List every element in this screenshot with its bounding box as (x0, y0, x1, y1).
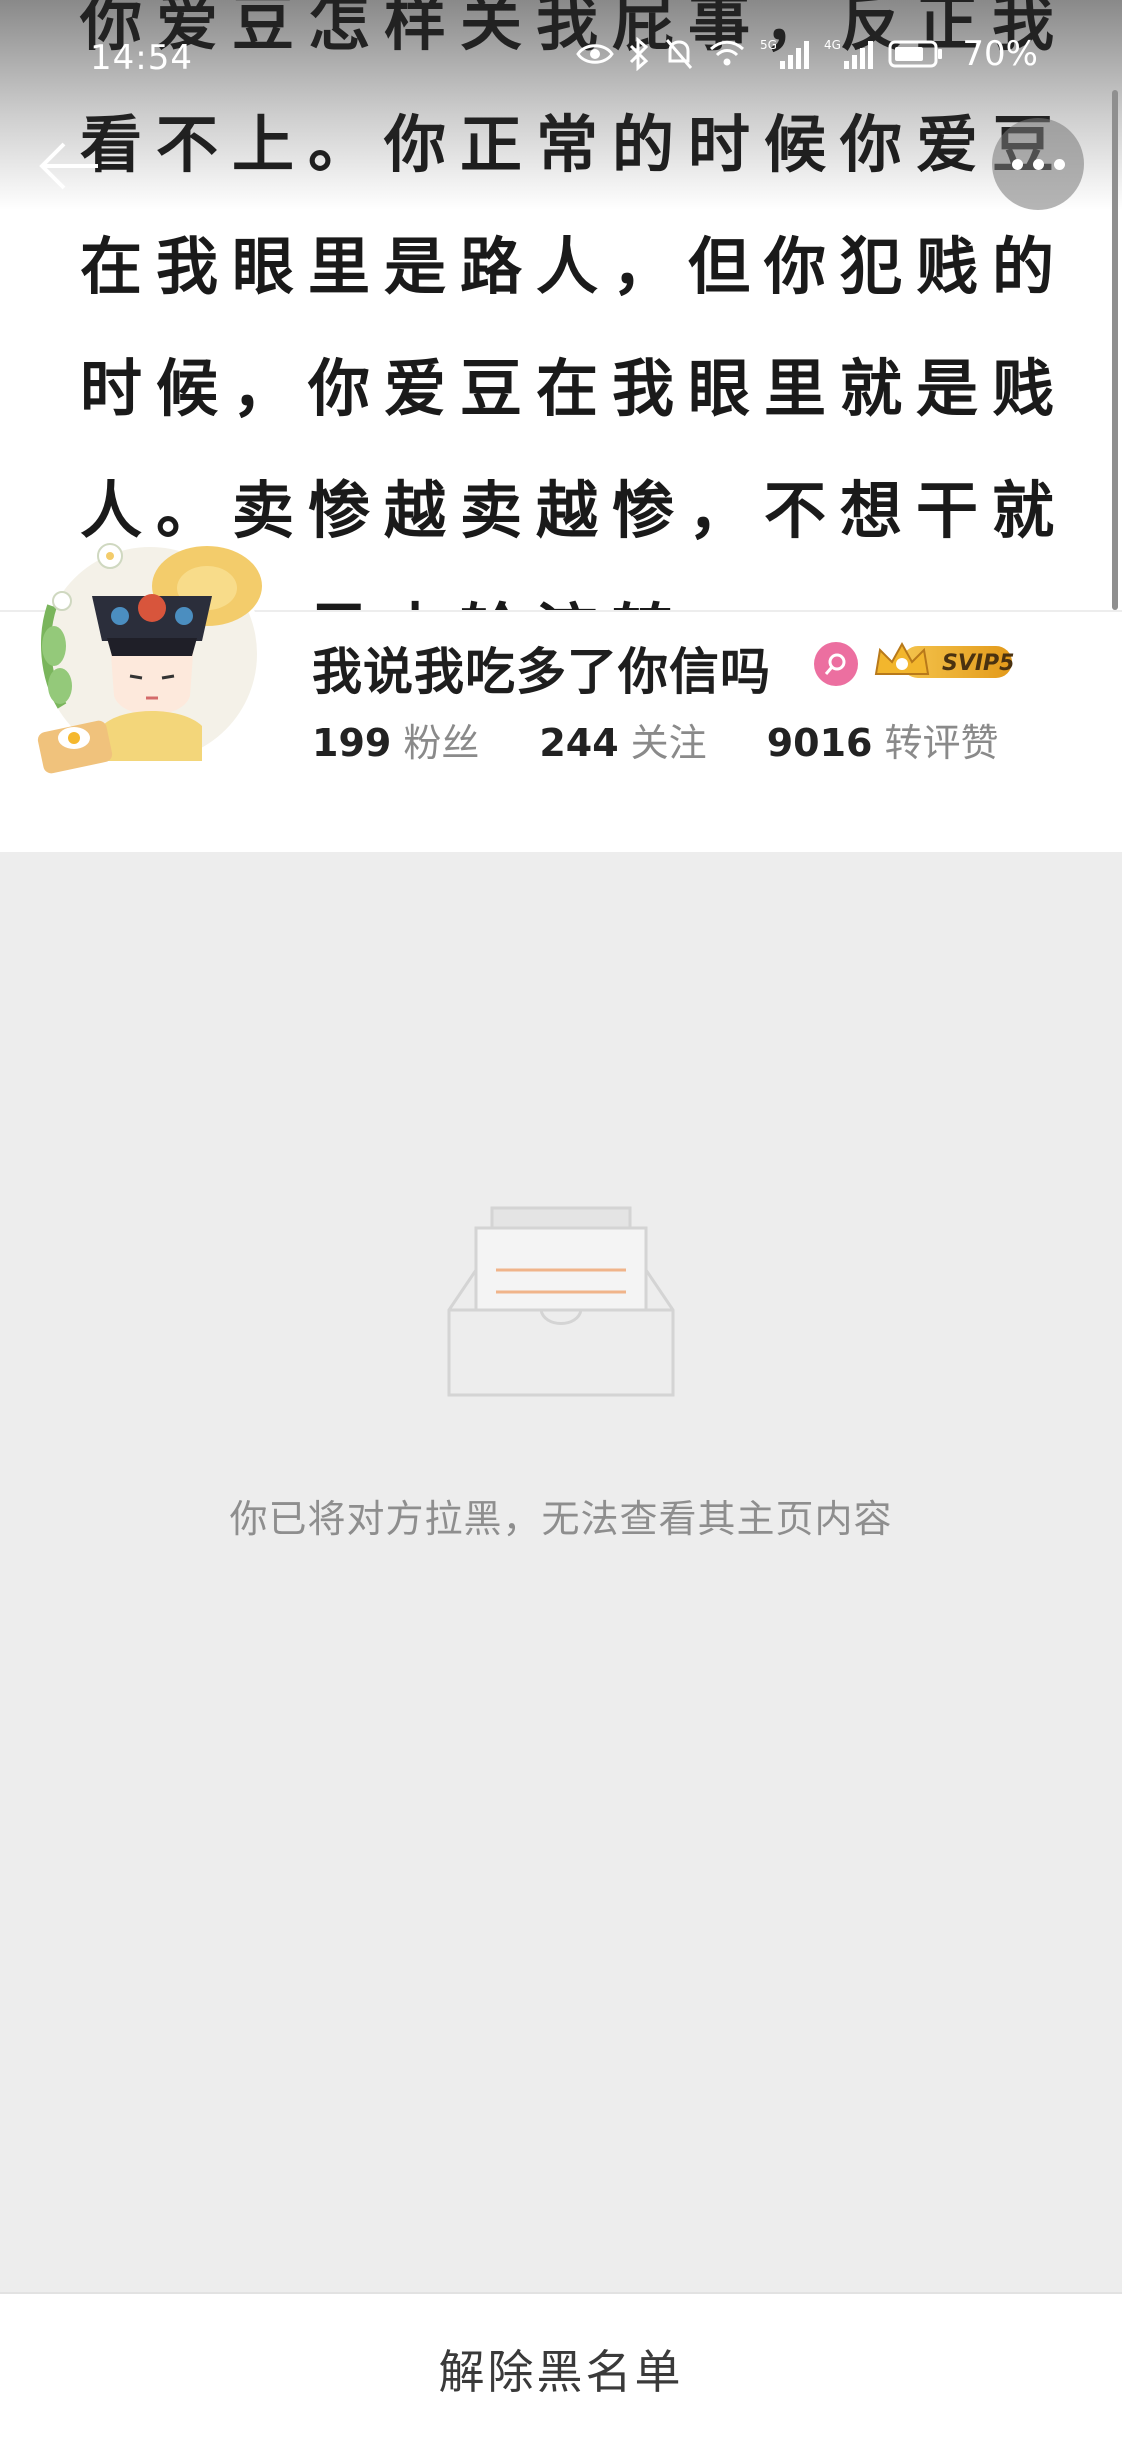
status-icons: 5G 4G 70% (576, 34, 1038, 74)
more-dots-icon (1011, 158, 1023, 170)
stat-label: 转评赞 (884, 721, 999, 765)
empty-state-message: 你已将对方拉黑，无法查看其主页内容 (229, 1497, 893, 1541)
more-options-button[interactable] (992, 118, 1084, 210)
back-button[interactable] (34, 130, 106, 202)
svg-text:5G: 5G (760, 38, 777, 52)
svg-text:4G: 4G (824, 38, 841, 52)
mute-bell-icon (666, 39, 693, 69)
svip-badge[interactable]: SVIP5 (872, 638, 1016, 684)
wifi-icon (710, 40, 745, 66)
stat-label: 粉丝 (403, 721, 480, 765)
arrow-left-icon (39, 142, 98, 190)
stat-value: 199 (312, 721, 392, 765)
eye-icon (576, 44, 615, 64)
stat-interactions[interactable]: 9016 转评赞 (767, 712, 999, 767)
unblock-button[interactable]: 解除黑名单 (0, 2294, 1122, 2442)
status-bar: 14:54 5G 4G 70% (0, 0, 1122, 110)
empty-inbox-icon (446, 1200, 676, 1410)
crown-icon: SVIP5 (874, 641, 1015, 678)
svg-text:SVIP5: SVIP5 (942, 651, 1015, 676)
avatar-illustration (37, 541, 263, 774)
bluetooth-icon (630, 37, 649, 71)
search-badge[interactable] (814, 642, 858, 686)
stat-following[interactable]: 244 关注 (539, 712, 706, 767)
avatar[interactable] (32, 526, 272, 776)
cover-line: 时候，你爱豆在我眼里就是贱 (80, 352, 1069, 425)
search-icon (824, 653, 846, 675)
signal-4g-icon: 4G (824, 38, 874, 69)
battery-percent: 70% (962, 34, 1038, 74)
scrollbar[interactable] (1112, 90, 1118, 610)
stat-label: 关注 (630, 721, 707, 765)
status-time: 14:54 (90, 38, 193, 78)
profile-stats: 199 粉丝 244 关注 9016 转评赞 (312, 712, 1058, 767)
stat-followers[interactable]: 199 粉丝 (312, 712, 479, 767)
username: 我说我吃多了你信吗 (312, 643, 771, 701)
stat-value: 9016 (766, 721, 873, 765)
bottom-action-bar: 解除黑名单 (0, 2292, 1122, 2442)
signal-5g-icon: 5G (760, 38, 810, 69)
battery-icon (888, 40, 943, 68)
stat-value: 244 (539, 721, 619, 765)
cover-line: 在我眼里是路人，但你犯贱的 (80, 230, 1069, 303)
